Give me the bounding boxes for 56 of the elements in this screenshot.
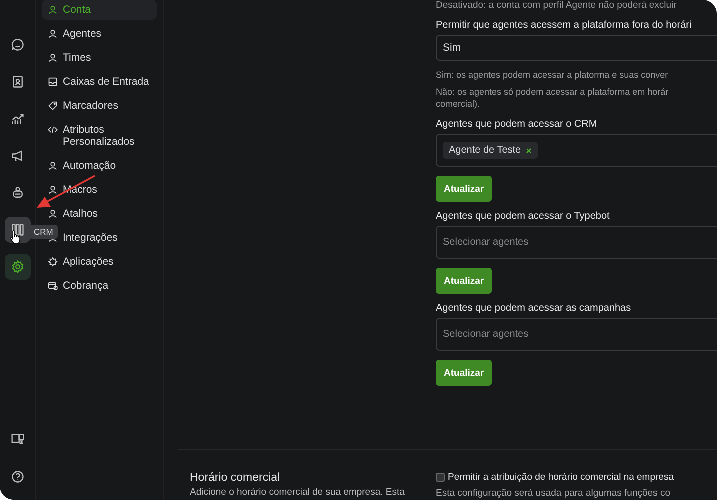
chart-icon	[10, 112, 24, 126]
field-label: Agentes que podem acessar as campanhas	[436, 303, 632, 314]
agent-select-field[interactable]: Selecionar agentes	[436, 318, 717, 351]
help-text: Sim: os agentes podem acessar a platorma e suas conver	[436, 69, 670, 81]
contact-card-icon	[10, 75, 24, 89]
section-description: Adicione o horário comercial de sua empresa. Esta	[190, 487, 406, 498]
nav-item[interactable]: Caixas de Entrada	[42, 72, 157, 92]
help-text: Esta configuração será usada para algumas funções co	[436, 488, 670, 499]
update-button[interactable]: Atualizar	[436, 176, 492, 202]
megaphone-icon	[10, 149, 24, 163]
tooltip: CRM	[29, 225, 58, 239]
user-icon	[48, 53, 58, 63]
help-icon	[10, 470, 24, 484]
user-icon	[48, 5, 58, 15]
agent-select-field[interactable]: Selecionar agentes	[436, 226, 717, 259]
badge-icon	[48, 257, 58, 267]
robot-icon	[10, 186, 24, 200]
nav-item[interactable]: Times	[42, 48, 157, 68]
field-label: Agentes que podem acessar o Typebot	[436, 211, 610, 222]
placeholder-text: Selecionar agentes	[443, 329, 529, 340]
agent-tag: Agente de Teste	[443, 142, 538, 159]
select-field[interactable]: Sim	[436, 35, 717, 61]
card-icon	[48, 281, 58, 291]
user-icon	[48, 185, 58, 195]
field-label: Permitir que agentes acessem a plataforma fora do horári	[436, 20, 692, 31]
code-icon	[48, 125, 58, 135]
nav-item[interactable]: Aplicações	[42, 252, 157, 272]
columns-icon	[10, 223, 24, 237]
section-title: Horário comercial	[190, 472, 282, 484]
user-icon	[48, 209, 58, 219]
board-icon	[10, 432, 24, 446]
remove-icon[interactable]	[526, 148, 532, 154]
nav-item[interactable]: Marcadores	[42, 96, 157, 116]
field-label: Agentes que podem acessar o CRM	[436, 119, 598, 130]
nav-item[interactable]: Agentes	[42, 24, 157, 44]
user-icon	[48, 161, 58, 171]
update-button[interactable]: Atualizar	[436, 268, 492, 294]
settings-icon	[10, 260, 24, 274]
chat-bubble-icon	[10, 38, 24, 52]
checkbox[interactable]	[436, 473, 445, 482]
help-text: Não: os agentes só podem acessar a plataforma em horár comercial).	[436, 86, 670, 110]
nav-item[interactable]: Atalhos	[42, 204, 157, 224]
hand-cursor-icon	[10, 230, 22, 245]
tag-icon	[48, 101, 58, 111]
checkbox-label: Permitir a atribuição de horário comercial na empresa	[448, 472, 674, 483]
update-button[interactable]: Atualizar	[436, 360, 492, 386]
description-text: Desativado: a conta com perfil Agente não poderá excluir	[436, 0, 677, 11]
inbox-icon	[48, 77, 58, 87]
settings-button[interactable]	[4, 254, 30, 280]
nav-item[interactable]: Atributos Personalizados	[42, 120, 157, 152]
agent-select-field[interactable]: Agente de Teste	[436, 134, 717, 167]
user-icon	[48, 29, 58, 39]
nav-item[interactable]: Conta	[42, 0, 157, 20]
nav-item[interactable]: Automação	[42, 156, 157, 176]
nav-item[interactable]: Cobrança	[42, 276, 157, 296]
placeholder-text: Selecionar agentes	[443, 237, 529, 248]
